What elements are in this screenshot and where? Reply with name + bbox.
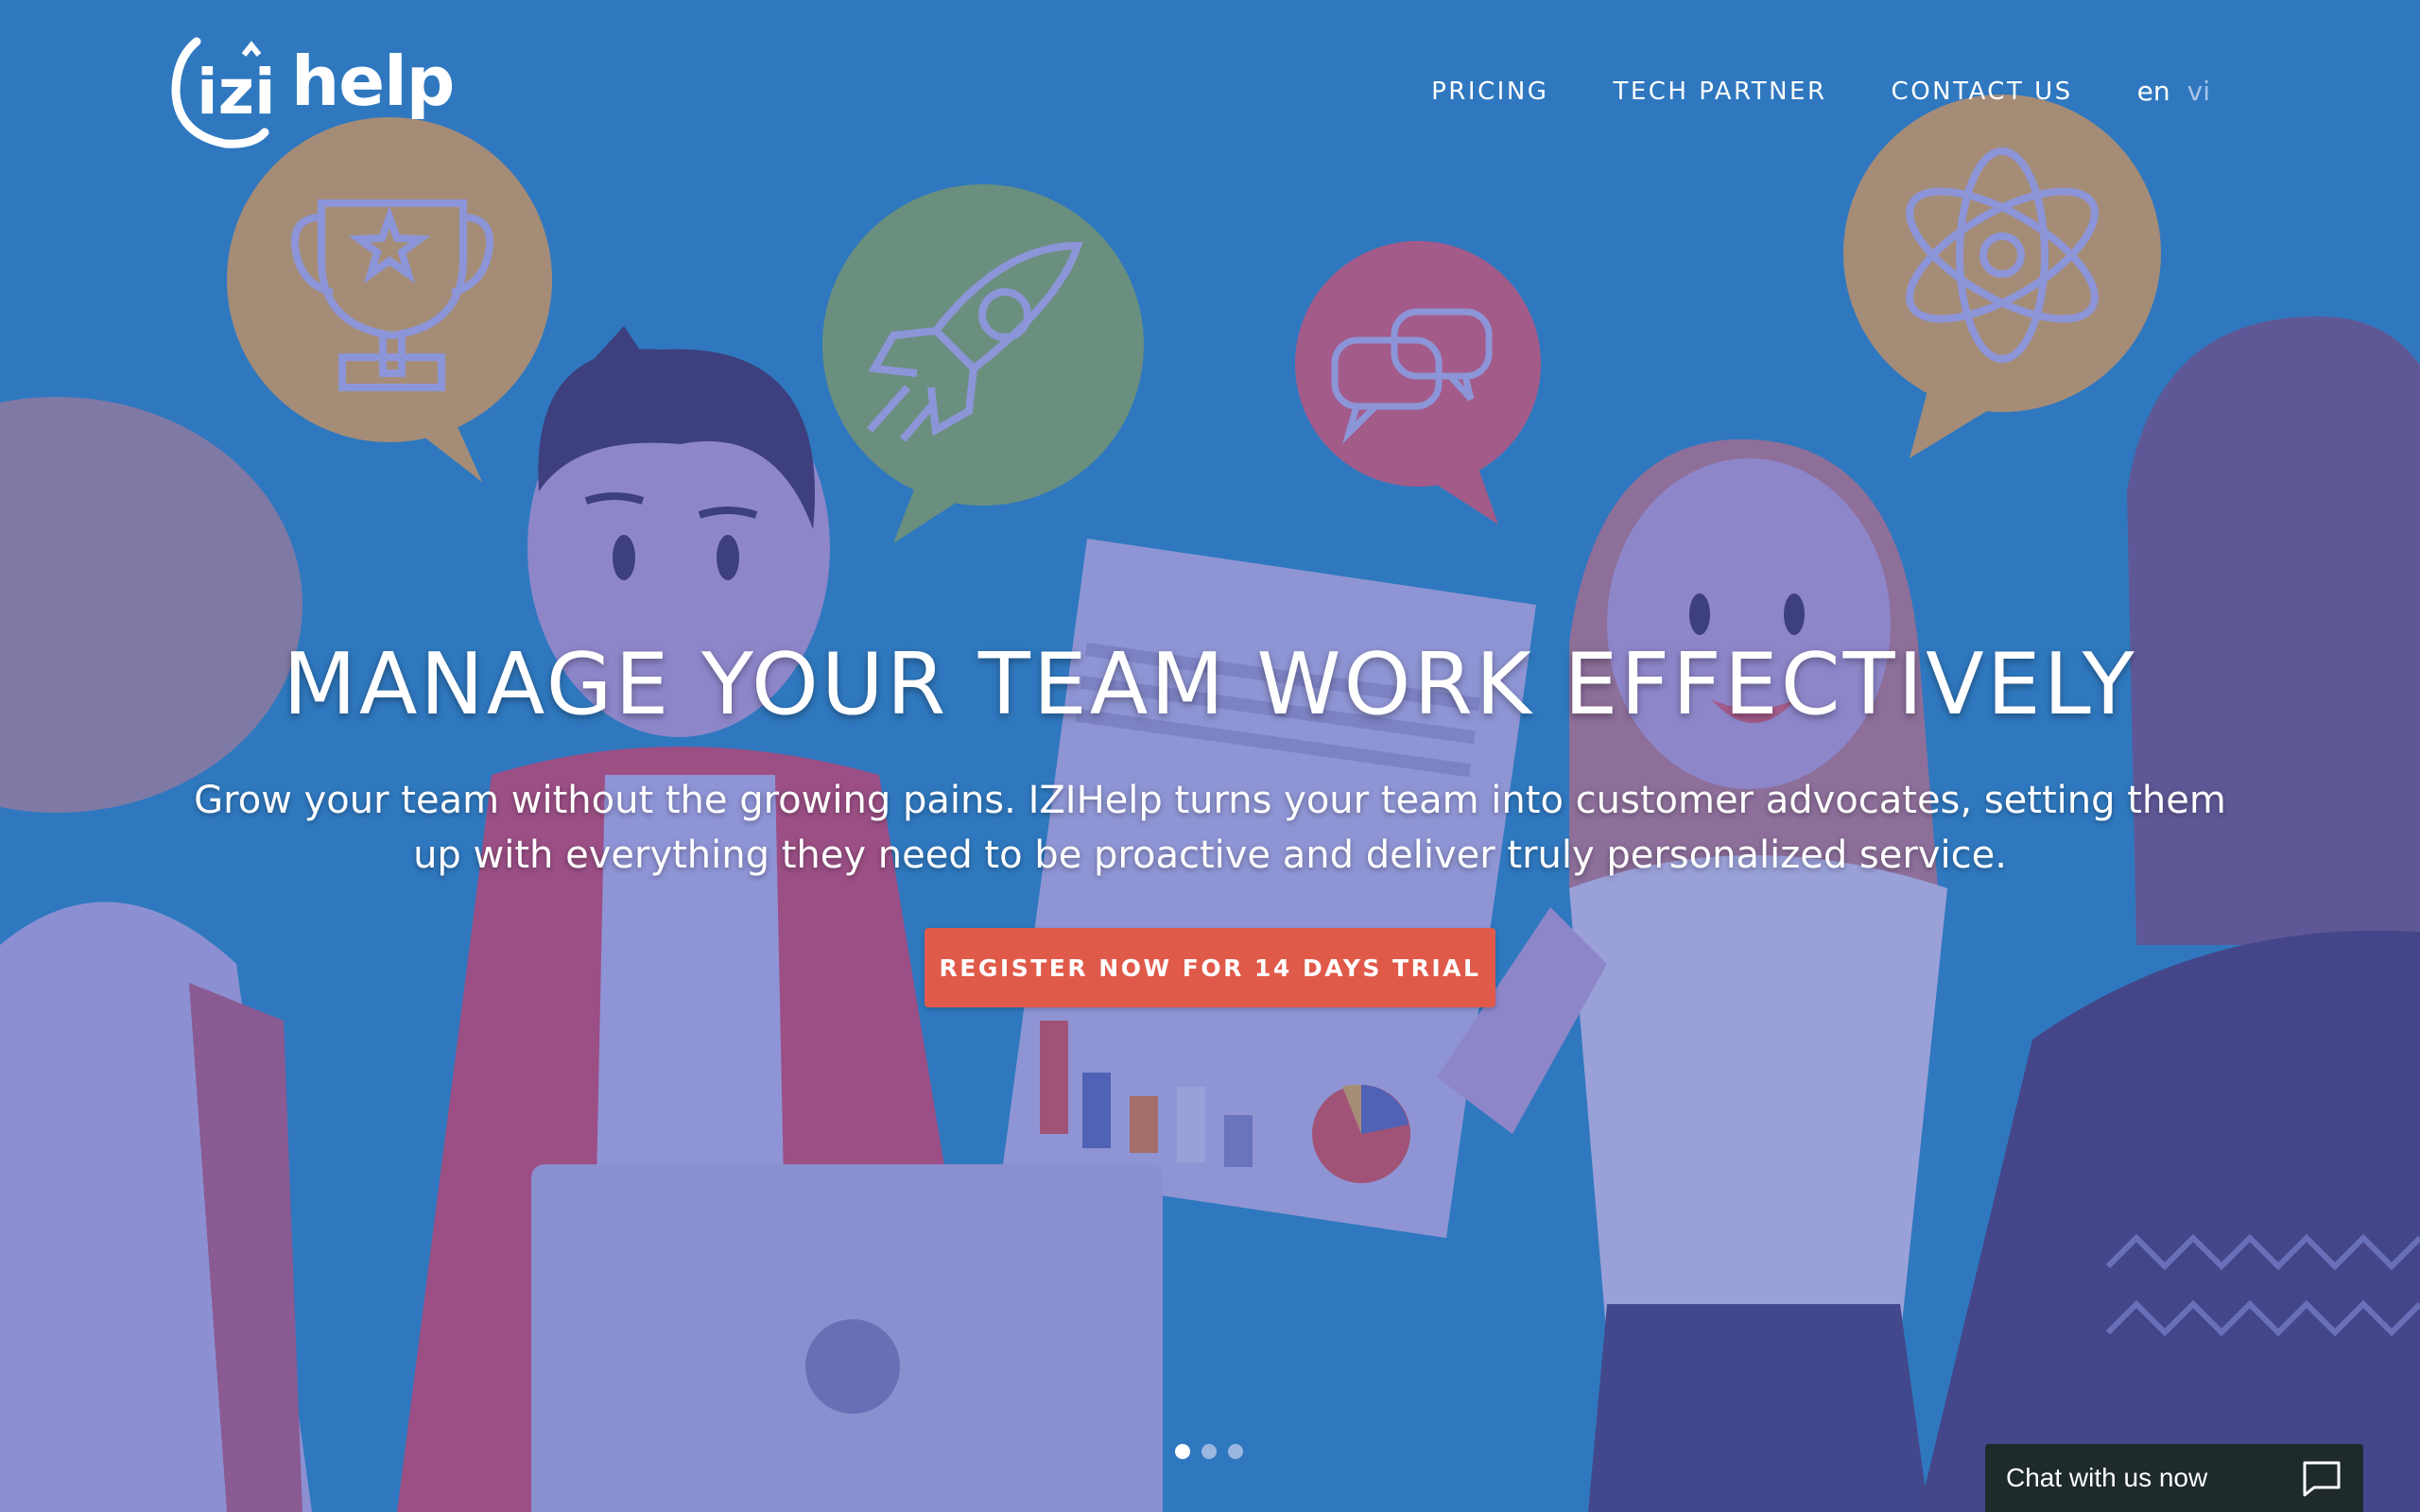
chat-widget-button[interactable]: Chat with us now <box>1985 1444 2363 1512</box>
izihelp-logo[interactable]: izi help <box>168 21 455 153</box>
main-nav: PRICING TECH PARTNER CONTACT US en vi <box>1367 76 2210 107</box>
chat-label: Chat with us now <box>2006 1463 2208 1492</box>
hero-illustration <box>0 0 2420 1512</box>
lang-vi[interactable]: vi <box>2187 76 2210 107</box>
carousel-dot-2[interactable] <box>1201 1444 1217 1459</box>
svg-text:izi: izi <box>197 56 276 129</box>
hero-subtext: Grow your team without the growing pains… <box>194 779 2226 877</box>
logo-mark-icon: izi <box>171 37 276 148</box>
carousel-dot-3[interactable] <box>1228 1444 1243 1459</box>
chat-icon <box>2303 1461 2341 1497</box>
nav-contact-us[interactable]: CONTACT US <box>1892 77 2073 106</box>
logo-wordmark: help <box>291 42 455 121</box>
laptop-illustration <box>531 1164 1163 1512</box>
nav-pricing[interactable]: PRICING <box>1431 77 1548 106</box>
carousel-dots <box>1175 1444 1243 1459</box>
register-trial-button[interactable]: REGISTER NOW FOR 14 DAYS TRIAL <box>925 928 1495 1007</box>
language-switcher: en vi <box>2137 76 2210 107</box>
nav-tech-partner[interactable]: TECH PARTNER <box>1613 77 1826 106</box>
hero-headline: MANAGE YOUR TEAM WORK EFFECTIVELY <box>283 635 2137 734</box>
carousel-dot-1[interactable] <box>1175 1444 1190 1459</box>
lang-en[interactable]: en <box>2137 76 2170 107</box>
